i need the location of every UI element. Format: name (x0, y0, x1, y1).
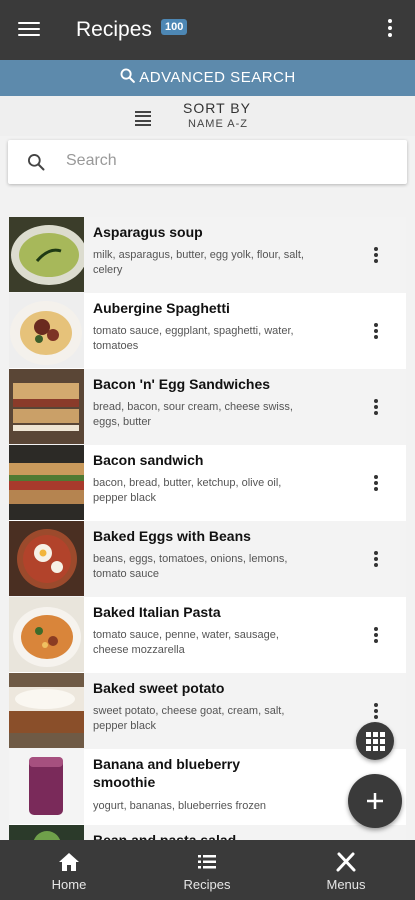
grid-icon (366, 732, 385, 751)
recipe-name: Asparagus soup (93, 224, 203, 240)
search-input[interactable]: Search (8, 140, 407, 184)
more-vert-icon[interactable] (373, 549, 379, 569)
count-badge: 100 (161, 19, 188, 35)
recipe-name: Bean and pasta salad (93, 832, 237, 840)
more-vert-icon[interactable] (373, 397, 379, 417)
nav-recipes-label: Recipes (183, 877, 231, 892)
recipe-row[interactable]: Asparagus soup milk, asparagus, butter, … (9, 217, 406, 293)
search-icon (119, 62, 136, 98)
recipe-thumbnail (9, 825, 84, 840)
recipe-row[interactable]: Bacon 'n' Egg Sandwiches bread, bacon, s… (9, 369, 406, 445)
sort-value: NAME A-Z (188, 118, 248, 130)
list-icon (198, 855, 216, 869)
recipe-ingredients: sweet potato, cheese goat, cream, salt, … (93, 705, 285, 732)
nav-recipes[interactable]: Recipes (138, 840, 276, 900)
recipe-ingredients: bread, bacon, sour cream, cheese swiss, … (93, 401, 293, 428)
recipe-name: Baked Italian Pasta (93, 604, 221, 620)
more-vert-icon[interactable] (373, 245, 379, 265)
recipe-row[interactable]: Banana and blueberry smoothie yogurt, ba… (9, 749, 406, 825)
grid-view-button[interactable] (356, 722, 394, 760)
recipe-ingredients: bacon, bread, butter, ketchup, olive oil… (93, 477, 282, 504)
more-vert-icon[interactable] (387, 16, 393, 42)
advanced-search-label: ADVANCED SEARCH (139, 69, 296, 86)
recipe-row[interactable]: Bacon sandwich bacon, bread, butter, ket… (9, 445, 406, 521)
recipe-name: Baked Eggs with Beans (93, 528, 251, 544)
add-recipe-button[interactable] (348, 774, 402, 828)
recipe-name: Baked sweet potato (93, 680, 225, 696)
recipe-row[interactable]: Bean and pasta salad (9, 825, 406, 840)
recipe-name: Aubergine Spaghetti (93, 300, 230, 316)
more-vert-icon[interactable] (373, 321, 379, 341)
home-icon (59, 853, 79, 871)
recipe-ingredients: beans, eggs, tomatoes, onions, lemons, t… (93, 553, 288, 580)
bottom-navigation: Home Recipes Menus (0, 840, 415, 900)
advanced-search-button[interactable]: ADVANCED SEARCH (0, 60, 415, 96)
add-icon (367, 793, 383, 809)
recipe-thumbnail (9, 749, 84, 824)
recipe-ingredients: yogurt, bananas, blueberries frozen (93, 800, 267, 812)
recipe-row[interactable]: Aubergine Spaghetti tomato sauce, eggpla… (9, 293, 406, 369)
utensils-icon (336, 852, 356, 872)
recipe-thumbnail (9, 597, 84, 672)
recipe-row[interactable]: Baked Eggs with Beans beans, eggs, tomat… (9, 521, 406, 597)
sort-icon (135, 108, 151, 129)
more-vert-icon[interactable] (373, 473, 379, 493)
nav-home-label: Home (51, 877, 87, 892)
recipe-thumbnail (9, 217, 84, 292)
sort-button[interactable]: SORT BY NAME A-Z (0, 96, 415, 136)
recipe-name: Banana and blueberry smoothie (93, 756, 241, 790)
recipe-ingredients: tomato sauce, eggplant, spaghetti, water… (93, 325, 294, 352)
nav-menus-label: Menus (326, 877, 366, 892)
nav-home[interactable]: Home (0, 840, 138, 900)
more-vert-icon[interactable] (373, 701, 379, 721)
recipe-thumbnail (9, 445, 84, 520)
recipe-row[interactable]: Baked Italian Pasta tomato sauce, penne,… (9, 597, 406, 673)
sort-label: SORT BY (183, 100, 251, 116)
search-placeholder: Search (66, 152, 117, 169)
recipe-row[interactable]: Baked sweet potato sweet potato, cheese … (9, 673, 406, 749)
recipe-ingredients: milk, asparagus, butter, egg yolk, flour… (93, 249, 304, 276)
recipe-thumbnail (9, 521, 84, 596)
recipe-thumbnail (9, 673, 84, 748)
page-title: Recipes (76, 18, 152, 41)
search-icon (26, 152, 46, 177)
app-bar: Recipes 100 (0, 0, 415, 60)
recipe-thumbnail (9, 369, 84, 444)
recipe-ingredients: tomato sauce, penne, water, sausage, che… (93, 629, 279, 656)
nav-menus[interactable]: Menus (277, 840, 415, 900)
recipe-thumbnail (9, 293, 84, 368)
more-vert-icon[interactable] (373, 625, 379, 645)
recipe-name: Bacon sandwich (93, 452, 204, 468)
menu-icon[interactable] (18, 18, 40, 40)
recipe-list: Asparagus soup milk, asparagus, butter, … (9, 217, 406, 840)
recipe-name: Bacon 'n' Egg Sandwiches (93, 376, 271, 392)
